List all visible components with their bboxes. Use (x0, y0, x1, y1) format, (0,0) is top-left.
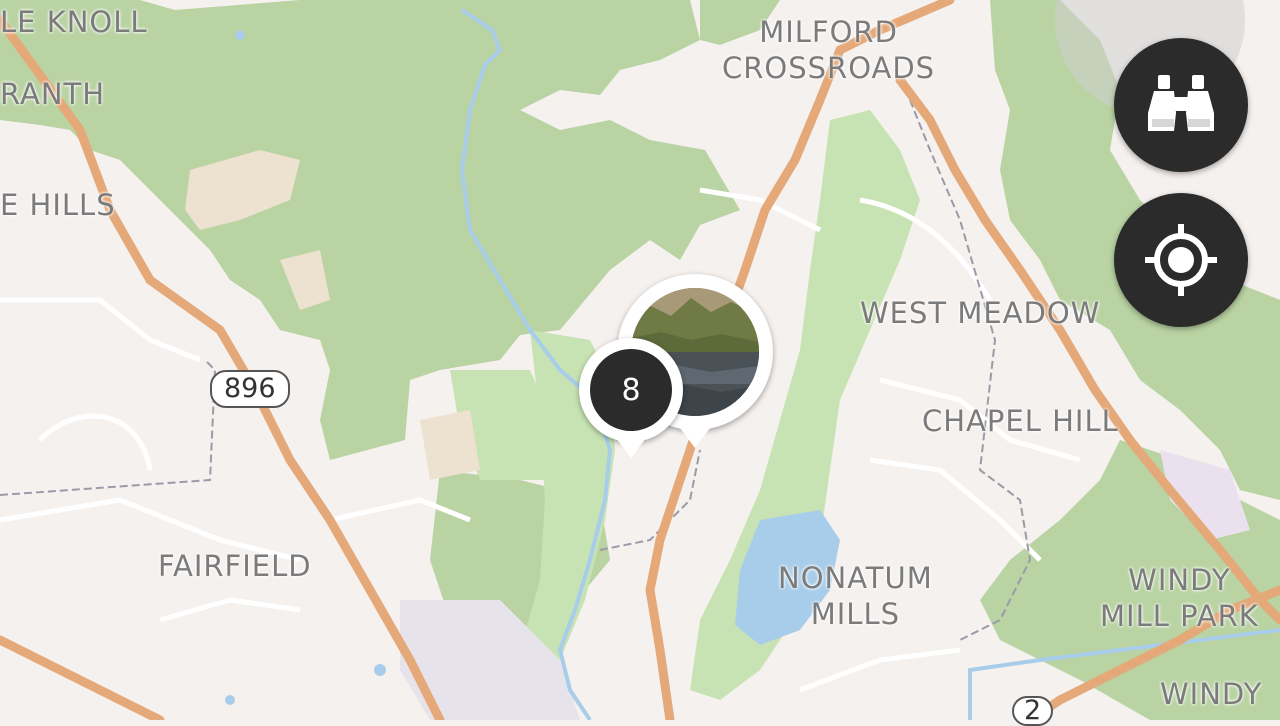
binoculars-icon (1148, 75, 1214, 131)
place-label-line: MILLS (810, 597, 901, 632)
place-label-line: WINDY (1128, 563, 1231, 597)
explore-button[interactable] (1114, 38, 1248, 172)
place-label-fairfield: FAIRFIELD (158, 549, 312, 583)
place-label-line: MILFORD (759, 15, 898, 49)
locate-me-button[interactable] (1114, 193, 1248, 327)
place-label-line: MILL PARK (1100, 599, 1259, 634)
cluster-count: 8 (590, 349, 672, 431)
place-label-line: NONATUM (778, 561, 933, 595)
route-shield-896: 896 (210, 370, 290, 408)
place-label-west-meadow: WEST MEADOW (860, 296, 1101, 330)
place-label-line: CROSSROADS (722, 51, 936, 86)
marker-tail (613, 434, 649, 458)
place-label-milford-crossroads: MILFORD CROSSROADS (722, 14, 935, 87)
place-label-windy-bottom: WINDY (1160, 677, 1263, 711)
crosshair-locate-icon (1145, 224, 1217, 296)
place-label-e-hills: E HILLS (0, 188, 116, 222)
place-label-le-knoll: LE KNOLL (0, 5, 148, 39)
marker-tail (677, 424, 713, 448)
place-label-windy-mill-park: WINDY MILL PARK (1100, 562, 1259, 635)
cluster-marker[interactable]: 8 (579, 338, 683, 458)
route-shield-2: 2 (1012, 696, 1054, 726)
place-label-nonatum-mills: NONATUM MILLS (778, 560, 933, 633)
place-label-ranth: RANTH (0, 77, 106, 111)
place-label-chapel-hill: CHAPEL HILL (922, 404, 1119, 438)
